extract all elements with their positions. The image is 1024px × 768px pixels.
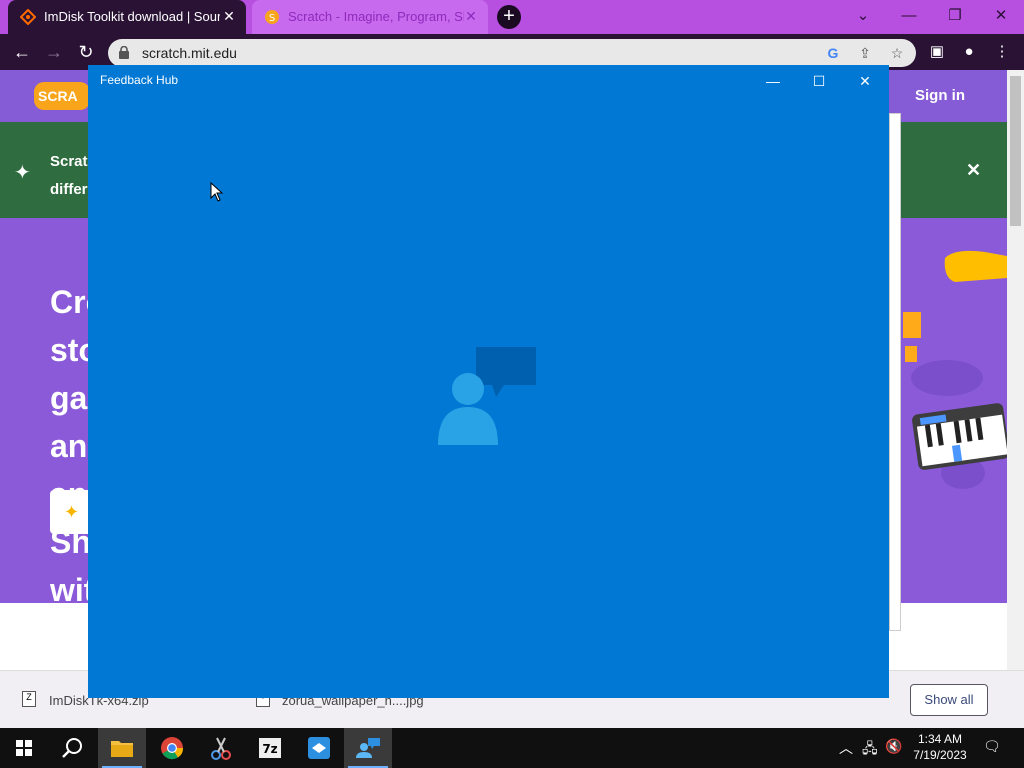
maximize-button[interactable]: ☐ xyxy=(804,69,834,93)
chrome-icon xyxy=(161,737,184,760)
clock-time: 1:34 AM xyxy=(917,732,963,746)
taskbar-feedback-hub[interactable] xyxy=(344,728,392,768)
clock-date: 7/19/2023 xyxy=(913,748,967,762)
minimize-button[interactable]: — xyxy=(758,69,788,93)
url-text: scratch.mit.edu xyxy=(142,45,237,61)
menu-icon[interactable]: ⋮ xyxy=(992,42,1012,62)
tab-scratch[interactable]: S Scratch - Imagine, Program, Share ✕ xyxy=(252,0,488,34)
taskbar-7zip[interactable]: 7z xyxy=(246,728,294,768)
google-icon[interactable]: G xyxy=(824,44,842,62)
windows-taskbar: 7z ︿ 🖧 🔇 1:34 AM 7/19/2023 🗨 xyxy=(0,728,1024,768)
bookmark-star-icon[interactable]: ☆ xyxy=(888,44,906,62)
taskbar-file-explorer[interactable] xyxy=(98,728,146,768)
hero-illustration xyxy=(903,250,1007,489)
feedback-hub-logo-icon xyxy=(438,347,536,445)
scrollbar-thumb[interactable] xyxy=(1010,76,1021,226)
forward-icon[interactable]: → xyxy=(43,41,65,63)
feedback-hub-icon xyxy=(356,738,380,758)
volume-muted-icon[interactable]: 🔇 xyxy=(885,738,902,755)
taskbar-clock[interactable]: 1:34 AM 7/19/2023 xyxy=(912,731,968,763)
close-banner-icon[interactable]: ✕ xyxy=(966,160,981,181)
taskbar-snipping-tool[interactable] xyxy=(197,728,245,768)
zip-file-icon: Z xyxy=(22,691,36,707)
chevron-up-icon[interactable]: ︿ xyxy=(839,738,853,758)
search-icon xyxy=(62,738,82,758)
profile-icon[interactable]: ● xyxy=(959,42,979,62)
svg-text:7z: 7z xyxy=(262,742,277,756)
side-panel-icon[interactable]: ▣ xyxy=(927,42,947,62)
background-dialog-edge xyxy=(889,113,901,631)
notifications-icon[interactable]: 🗨 xyxy=(983,738,1001,755)
close-tab-icon[interactable]: ✕ xyxy=(222,8,236,24)
close-tab-icon[interactable]: ✕ xyxy=(464,8,478,24)
lock-icon xyxy=(119,46,129,59)
scissors-icon xyxy=(211,737,231,760)
taskbar-chrome[interactable] xyxy=(148,728,196,768)
show-all-button[interactable]: Show all xyxy=(910,684,988,716)
folder-icon xyxy=(111,741,133,757)
network-icon[interactable]: 🖧 xyxy=(862,738,878,762)
reload-icon[interactable]: ↻ xyxy=(75,41,97,63)
windows-icon xyxy=(16,740,32,756)
share-icon[interactable]: ⇪ xyxy=(856,44,874,62)
restore-button[interactable]: ❐ xyxy=(932,0,978,34)
feedback-hub-window: Feedback Hub — ☐ ✕ xyxy=(88,65,889,698)
back-icon[interactable]: ← xyxy=(11,41,33,63)
tab-title: Scratch - Imagine, Program, Share xyxy=(288,9,464,24)
window-title: Feedback Hub xyxy=(100,73,179,87)
sparkle-icon: ✦ xyxy=(14,162,31,184)
7zip-icon: 7z xyxy=(259,738,281,758)
scratch-icon: S xyxy=(265,10,279,24)
tab-title: ImDisk Toolkit download | SourceForge xyxy=(44,9,220,24)
sourceforge-icon xyxy=(20,9,36,25)
sign-in-link[interactable]: Sign in xyxy=(915,87,965,104)
minimize-button[interactable]: — xyxy=(886,0,932,34)
scratch-logo[interactable]: SCRA xyxy=(34,82,90,110)
close-window-button[interactable]: ✕ xyxy=(978,0,1024,34)
mouse-cursor-icon xyxy=(210,182,224,202)
close-button[interactable]: ✕ xyxy=(850,69,880,93)
app-icon xyxy=(308,737,330,759)
page-scrollbar[interactable] xyxy=(1007,70,1024,670)
svg-text:S: S xyxy=(269,13,275,24)
tab-imdisk[interactable]: ImDisk Toolkit download | SourceForge ✕ xyxy=(8,0,246,34)
taskbar-app[interactable] xyxy=(295,728,343,768)
start-button[interactable] xyxy=(0,728,48,768)
tab-search-icon[interactable]: ⌄ xyxy=(840,0,886,34)
search-button[interactable] xyxy=(48,728,96,768)
new-tab-button[interactable]: + xyxy=(497,5,521,29)
address-bar[interactable]: scratch.mit.edu G ⇪ ☆ xyxy=(108,39,916,67)
tab-bar: ImDisk Toolkit download | SourceForge ✕ … xyxy=(0,0,1024,34)
